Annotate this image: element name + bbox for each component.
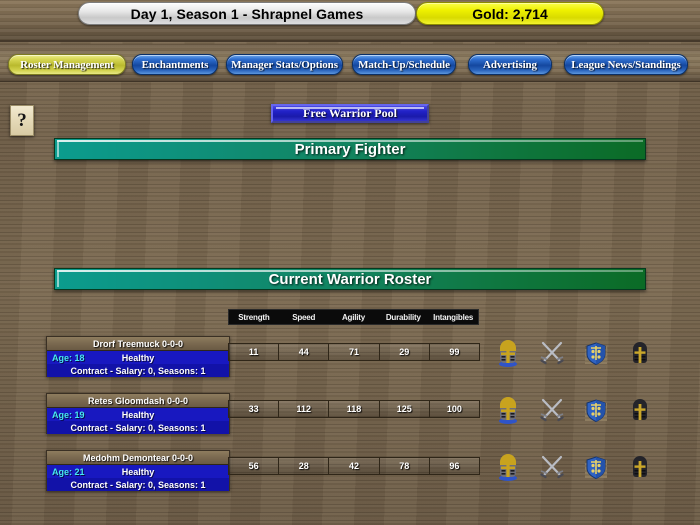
warrior-card[interactable]: Drorf Treemuck 0-0-0 Age: 18 Healthy Contra… — [46, 336, 230, 377]
nav-button-enchantments[interactable]: Enchantments — [132, 54, 218, 75]
stat-value-durability: 78 — [378, 457, 430, 475]
free-warrior-pool-button[interactable]: Free Warrior Pool — [271, 104, 429, 123]
dark-helmet-icon[interactable] — [626, 396, 654, 424]
dark-helmet-icon[interactable] — [626, 453, 654, 481]
stat-column-headers: Strength Speed Agility Durability Intangible… — [228, 309, 479, 325]
stat-value-strength: 56 — [228, 457, 280, 475]
warrior-age-status-row: Age: 18 Healthy — [47, 351, 229, 364]
stat-value-agility: 118 — [328, 400, 380, 418]
stat-value-strength: 33 — [228, 400, 280, 418]
warrior-row[interactable]: Medohm Demontear 0-0-0 Age: 21 Healthy Cont… — [0, 450, 700, 496]
shield-castle-icon[interactable] — [582, 396, 610, 424]
stat-header-strength: Strength — [238, 312, 270, 322]
helmet-icon[interactable] — [494, 339, 522, 367]
warrior-name: Retes Gloomdash 0-0-0 — [47, 394, 229, 408]
stat-header-intangibles: Intangibles — [433, 312, 474, 322]
warrior-stat-boxes: 56 28 42 78 96 — [228, 457, 481, 475]
warrior-stat-boxes: 11 44 71 29 99 — [228, 343, 481, 361]
help-question-icon[interactable]: ? — [10, 105, 34, 136]
warrior-contract: Contract - Salary: 0, Seasons: 1 — [47, 364, 229, 377]
stat-value-intangibles: 100 — [428, 400, 481, 418]
warrior-row[interactable]: Retes Gloomdash 0-0-0 Age: 19 Healthy Contr… — [0, 393, 700, 439]
nav-button-match-up-schedule[interactable]: Match-Up/Schedule — [352, 54, 456, 75]
stat-value-intangibles: 96 — [428, 457, 481, 475]
helmet-icon[interactable] — [494, 453, 522, 481]
page-title: Day 1, Season 1 - Shrapnel Games — [78, 2, 416, 25]
warrior-health-status: Healthy — [121, 466, 155, 477]
helmet-icon[interactable] — [494, 396, 522, 424]
current-warrior-roster-banner: Current Warrior Roster — [54, 268, 646, 290]
nav-button-league-news-standings[interactable]: League News/Standings — [564, 54, 688, 75]
crossed-swords-icon[interactable] — [538, 339, 566, 367]
stat-value-durability: 29 — [378, 343, 430, 361]
warrior-name: Medohm Demontear 0-0-0 — [47, 451, 229, 465]
warrior-card[interactable]: Medohm Demontear 0-0-0 Age: 21 Healthy Cont… — [46, 450, 230, 491]
gold-display: Gold: 2,714 — [416, 2, 604, 25]
crossed-swords-icon[interactable] — [538, 396, 566, 424]
stat-value-speed: 44 — [278, 343, 330, 361]
warrior-health-status: Healthy — [121, 409, 155, 420]
shield-castle-icon[interactable] — [582, 339, 610, 367]
nav-button-advertising[interactable]: Advertising — [468, 54, 552, 75]
stat-value-intangibles: 99 — [428, 343, 481, 361]
warrior-card[interactable]: Retes Gloomdash 0-0-0 Age: 19 Healthy Contr… — [46, 393, 230, 434]
stat-value-agility: 71 — [328, 343, 380, 361]
warrior-name: Drorf Treemuck 0-0-0 — [47, 337, 229, 351]
primary-fighter-banner: Primary Fighter — [54, 138, 646, 160]
crossed-swords-icon[interactable] — [538, 453, 566, 481]
dark-helmet-icon[interactable] — [626, 339, 654, 367]
warrior-contract: Contract - Salary: 0, Seasons: 1 — [47, 478, 229, 491]
warrior-age-status-row: Age: 21 Healthy — [47, 465, 229, 478]
nav-button-manager-stats-options[interactable]: Manager Stats/Options — [226, 54, 343, 75]
warrior-stat-boxes: 33 112 118 125 100 — [228, 400, 481, 418]
stat-value-speed: 28 — [278, 457, 330, 475]
stat-value-agility: 42 — [328, 457, 380, 475]
stat-header-agility: Agility — [341, 312, 366, 322]
stat-value-durability: 125 — [378, 400, 430, 418]
warrior-health-status: Healthy — [121, 352, 155, 363]
nav-button-roster-management[interactable]: Roster Management — [8, 54, 126, 75]
warrior-action-icons — [494, 396, 684, 426]
warrior-action-icons — [494, 453, 684, 483]
warrior-contract: Contract - Salary: 0, Seasons: 1 — [47, 421, 229, 434]
stat-value-strength: 11 — [228, 343, 280, 361]
stat-header-durability: Durability — [385, 312, 421, 322]
warrior-age-status-row: Age: 19 Healthy — [47, 408, 229, 421]
stat-value-speed: 112 — [278, 400, 330, 418]
shield-castle-icon[interactable] — [582, 453, 610, 481]
warrior-row[interactable]: Drorf Treemuck 0-0-0 Age: 18 Healthy Contra… — [0, 336, 700, 382]
stat-header-speed: Speed — [292, 312, 316, 322]
warrior-action-icons — [494, 339, 684, 369]
